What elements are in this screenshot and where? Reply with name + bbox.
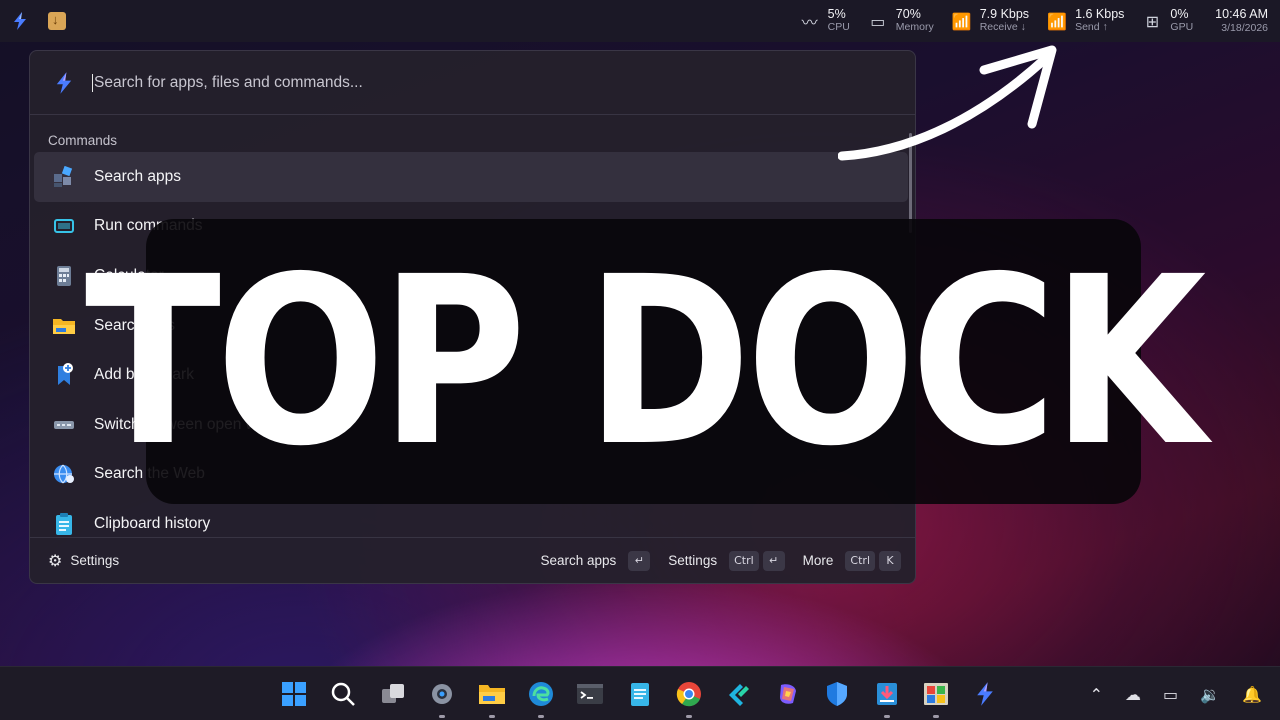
lightning-bolt-icon bbox=[56, 71, 72, 94]
hint-settings[interactable]: Settings Ctrl ↵ bbox=[668, 550, 785, 571]
search-icon[interactable] bbox=[329, 680, 357, 708]
folder-icon bbox=[52, 314, 76, 338]
key-badge: ↵ bbox=[628, 550, 651, 571]
receive-metric[interactable]: 📶 7.9 Kbps Receive ↓ bbox=[952, 8, 1029, 34]
search-row bbox=[30, 51, 915, 115]
running-indicator bbox=[883, 715, 890, 718]
settings-icon[interactable] bbox=[428, 680, 456, 718]
app-icon[interactable] bbox=[725, 680, 753, 708]
edge-icon[interactable] bbox=[527, 680, 555, 718]
clock-date: 3/18/2026 bbox=[1221, 22, 1268, 34]
metric-value: 70% bbox=[895, 7, 921, 21]
chrome-icon[interactable] bbox=[675, 680, 703, 718]
hint-more[interactable]: More Ctrl K bbox=[802, 550, 901, 571]
launcher-footer: ⚙ Settings Search apps ↵ Settings Ctrl ↵… bbox=[30, 537, 915, 583]
window-switch-icon bbox=[52, 413, 76, 437]
footer-settings-button[interactable]: ⚙ Settings bbox=[48, 551, 119, 570]
bookmark-icon bbox=[52, 363, 76, 387]
antenna-icon: 📶 bbox=[1047, 11, 1068, 31]
cpu-metric[interactable]: 〰 5% CPU bbox=[800, 8, 850, 34]
key-badge: K bbox=[879, 550, 901, 571]
app-store-icon[interactable] bbox=[922, 680, 950, 718]
metric-value: 1.6 Kbps bbox=[1075, 7, 1125, 21]
taskbar: ⌃ ☁ ▭ 🔉 🔔 bbox=[0, 666, 1280, 720]
metric-value: 7.9 Kbps bbox=[979, 7, 1030, 21]
task-view-icon[interactable] bbox=[379, 680, 407, 708]
overlay-title: TOP DOCK bbox=[85, 226, 1207, 497]
hint-label: More bbox=[802, 553, 834, 568]
running-indicator bbox=[488, 715, 495, 718]
chevron-up-icon[interactable]: ⌃ bbox=[1090, 685, 1103, 704]
title-overlay: TOP DOCK bbox=[85, 219, 1207, 504]
section-label: Commands bbox=[48, 133, 118, 148]
metric-value: 5% bbox=[827, 7, 846, 21]
metric-value: 0% bbox=[1170, 7, 1189, 21]
hint-label: Search apps bbox=[540, 553, 617, 568]
network-icon[interactable]: ▭ bbox=[1163, 685, 1178, 704]
gear-icon: ⚙ bbox=[48, 551, 63, 570]
memory-metric[interactable]: ▭ 70% Memory bbox=[868, 7, 934, 34]
downloader-icon[interactable] bbox=[873, 680, 901, 718]
notepad-icon[interactable] bbox=[626, 680, 654, 708]
apps-icon bbox=[52, 165, 76, 189]
notifications-icon[interactable]: 🔔 bbox=[1242, 685, 1262, 704]
windows-start-icon[interactable] bbox=[280, 680, 308, 708]
chip-icon: ⊞ bbox=[1145, 11, 1160, 31]
volume-icon[interactable]: 🔉 bbox=[1200, 685, 1220, 704]
lightning-bolt-icon[interactable] bbox=[10, 11, 30, 31]
metric-label: Receive ↓ bbox=[979, 21, 1026, 33]
metric-label: Memory bbox=[895, 21, 934, 33]
key-badge: ↵ bbox=[762, 550, 785, 571]
downloads-box-icon[interactable] bbox=[48, 12, 66, 30]
hint-label: Settings bbox=[668, 553, 718, 568]
calculator-icon bbox=[52, 264, 76, 288]
arrow-graphic bbox=[838, 45, 1057, 161]
top-dock: 〰 5% CPU ▭ 70% Memory 📶 7.9 Kbps Receive… bbox=[0, 0, 1280, 42]
metric-label: CPU bbox=[827, 21, 850, 33]
clock[interactable]: 10:46 AM 3/18/2026 bbox=[1215, 7, 1268, 35]
antenna-icon: 📶 bbox=[951, 11, 972, 31]
command-item-search-apps[interactable]: Search apps bbox=[34, 152, 908, 202]
metric-label: Send ↑ bbox=[1075, 21, 1108, 33]
clipboard-icon bbox=[52, 512, 76, 536]
command-label: Clipboard history bbox=[94, 514, 211, 532]
metric-label: GPU bbox=[1170, 21, 1194, 33]
running-indicator bbox=[933, 715, 940, 718]
running-indicator bbox=[439, 715, 446, 718]
copilot-icon[interactable] bbox=[774, 680, 802, 708]
send-metric[interactable]: 📶 1.6 Kbps Send ↑ bbox=[1047, 8, 1124, 34]
search-input[interactable] bbox=[92, 73, 792, 92]
onedrive-icon[interactable]: ☁ bbox=[1125, 685, 1141, 704]
top-dock-icon[interactable] bbox=[971, 680, 999, 708]
gpu-metric[interactable]: ⊞ 0% GPU bbox=[1142, 8, 1193, 34]
globe-icon bbox=[52, 462, 76, 486]
footer-settings-label: Settings bbox=[70, 553, 120, 568]
key-badge: Ctrl bbox=[729, 550, 759, 571]
key-badge: Ctrl bbox=[845, 550, 875, 571]
clock-time: 10:46 AM bbox=[1215, 7, 1268, 21]
hint-search-apps[interactable]: Search apps ↵ bbox=[540, 550, 651, 571]
defender-icon[interactable] bbox=[823, 680, 851, 708]
running-indicator bbox=[686, 715, 693, 718]
memory-icon: ▭ bbox=[870, 11, 886, 31]
file-explorer-icon[interactable] bbox=[478, 680, 506, 718]
activity-icon: 〰 bbox=[801, 13, 818, 32]
running-indicator bbox=[537, 715, 544, 718]
command-label: Search apps bbox=[94, 167, 182, 185]
terminal-icon bbox=[52, 214, 76, 238]
terminal-icon[interactable] bbox=[576, 680, 604, 708]
